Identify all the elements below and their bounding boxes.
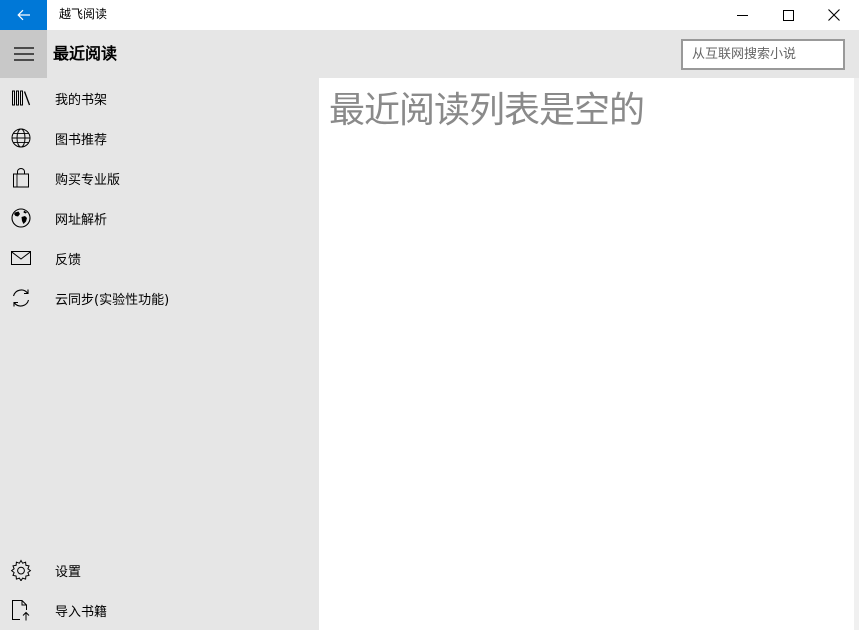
back-arrow-icon	[16, 9, 30, 21]
window-title: 越飞阅读	[59, 7, 108, 21]
mail-icon	[11, 251, 31, 265]
maximize-button[interactable]	[765, 0, 811, 30]
page-title: 最近阅读	[53, 44, 118, 63]
import-file-icon	[12, 600, 30, 621]
back-button[interactable]	[0, 0, 47, 30]
sidebar-item-label: 云同步(实验性功能)	[55, 292, 170, 308]
search-box[interactable]	[681, 39, 859, 70]
page-header: 最近阅读	[0, 30, 859, 78]
title-bar: 越飞阅读	[0, 0, 859, 30]
close-button[interactable]	[811, 0, 857, 30]
maximize-icon	[782, 9, 794, 21]
search-input[interactable]	[683, 41, 859, 68]
sidebar: 我的书架 图书推荐 购买专业版 网址解析 反馈 云同步(实验性功能) 设置 导入…	[0, 78, 319, 630]
empty-state-message: 最近阅读列表是空的	[329, 90, 645, 131]
gear-icon	[10, 559, 32, 581]
hamburger-icon	[13, 47, 34, 61]
minimize-icon	[736, 14, 748, 16]
main-content: 最近阅读列表是空的	[319, 78, 854, 630]
sidebar-item-url-parse[interactable]: 网址解析	[0, 198, 319, 238]
sidebar-item-label: 购买专业版	[55, 172, 121, 188]
sidebar-item-book-recommendations[interactable]: 图书推荐	[0, 118, 319, 158]
sidebar-item-cloud-sync[interactable]: 云同步(实验性功能)	[0, 278, 319, 318]
sidebar-item-import-books[interactable]: 导入书籍	[0, 590, 319, 630]
sidebar-item-bookshelf[interactable]: 我的书架	[0, 78, 319, 118]
sidebar-item-label: 我的书架	[55, 92, 108, 108]
world-icon	[11, 208, 31, 228]
shopping-bag-icon	[13, 168, 29, 188]
sidebar-item-label: 设置	[55, 564, 82, 580]
close-icon	[828, 9, 840, 21]
sidebar-item-settings[interactable]: 设置	[0, 550, 319, 590]
sidebar-item-buy-pro[interactable]: 购买专业版	[0, 158, 319, 198]
sidebar-item-label: 图书推荐	[55, 132, 108, 148]
sidebar-item-label: 导入书籍	[55, 604, 108, 620]
hamburger-menu-button[interactable]	[0, 30, 47, 78]
app-window: 越飞阅读 最近阅读 从互联网搜索小说 我的书架 图书推荐 购买专业版 网址解析 …	[0, 0, 859, 630]
sidebar-item-label: 网址解析	[55, 212, 108, 228]
sync-icon	[12, 289, 30, 307]
sidebar-item-feedback[interactable]: 反馈	[0, 238, 319, 278]
bookshelf-icon	[12, 90, 31, 106]
globe-icon	[11, 128, 31, 148]
sidebar-item-label: 反馈	[55, 252, 82, 268]
minimize-button[interactable]	[719, 0, 765, 30]
window-edge	[854, 78, 859, 630]
